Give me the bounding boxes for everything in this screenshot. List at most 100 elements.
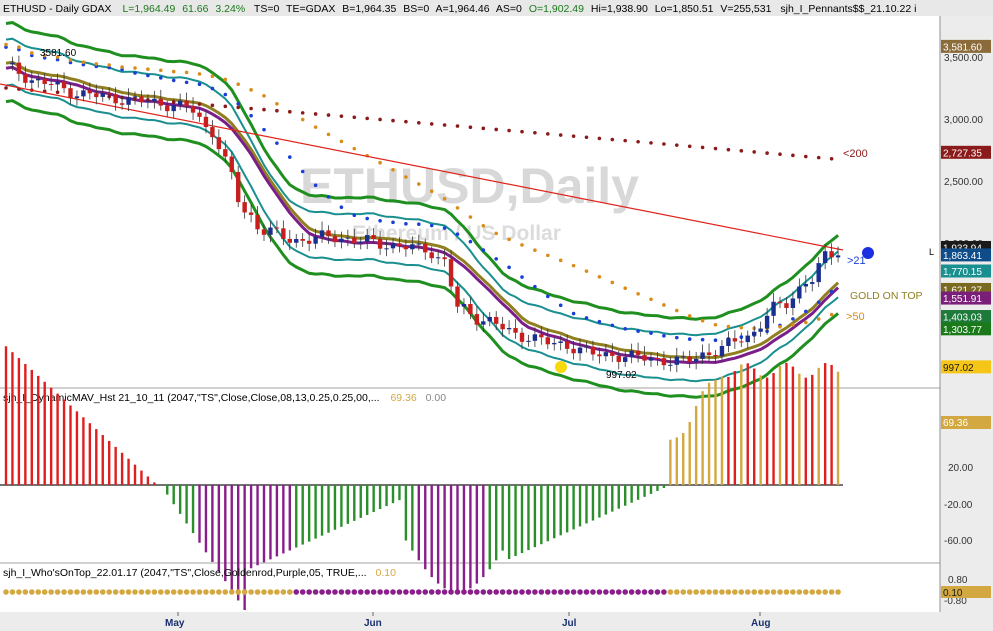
histogram-bar (411, 485, 414, 551)
histogram-bar (378, 485, 382, 510)
candle-body (248, 212, 254, 215)
histogram-bar (166, 485, 169, 495)
whos-on-top-dot (480, 589, 487, 595)
candle-body (545, 337, 550, 345)
price-tick: 3,000.00 (944, 115, 983, 126)
ma200-dot (791, 153, 795, 158)
ma21-dot (288, 155, 292, 159)
candle-body (829, 251, 834, 258)
candle-body (706, 352, 712, 356)
whos-on-top-dot (319, 589, 325, 595)
pct-change: 3.24% (215, 3, 245, 15)
ma200-dot (765, 151, 769, 155)
histogram-bar (69, 405, 72, 485)
high-readout: Hi=1,938.90 (591, 3, 648, 15)
osc-tick: -20.00 (944, 500, 973, 511)
ma200-dot (494, 127, 499, 132)
whos-on-top-dot (790, 589, 796, 595)
histogram-bar (269, 485, 272, 560)
candle-body (448, 259, 454, 287)
chart-canvas[interactable]: ETHUSD,Daily Ethereum / US Dollar ETHUSD… (0, 0, 993, 631)
histogram-bar (82, 417, 85, 485)
candle-body (119, 103, 125, 105)
histogram-bar (701, 391, 704, 485)
ma21-dot (352, 213, 357, 218)
ma50-dot (623, 286, 627, 290)
histogram-bar (43, 381, 46, 485)
whos-on-top-dot (525, 589, 532, 595)
histogram-bar (75, 411, 79, 485)
histogram-bar (720, 376, 724, 485)
ma50-dot (223, 77, 228, 82)
histogram-bar (198, 485, 201, 543)
histogram-bar (140, 470, 143, 485)
candle-body (461, 304, 467, 307)
ma200-dot (365, 116, 370, 121)
histogram-bar (817, 367, 820, 485)
whos-on-top-dot (545, 589, 551, 595)
whos-on-top-dot (538, 589, 545, 595)
candle-body (74, 96, 80, 99)
ma200-dot (752, 150, 756, 154)
ma21-dot (326, 195, 331, 199)
ma50-dot (584, 269, 589, 273)
whos-on-top-value: 0.10 (375, 567, 396, 579)
whos-on-top-dot (209, 589, 216, 595)
histogram-bar (320, 485, 324, 536)
ma21-dot (507, 265, 511, 270)
whos-on-top-dot (815, 589, 822, 595)
candle-body (184, 100, 189, 107)
ma200-dot (546, 132, 550, 136)
whos-on-top-dot (274, 589, 280, 595)
price-badge-text: 3,581.60 (943, 42, 982, 53)
ma21-dot (791, 317, 795, 321)
histogram-bar (707, 382, 711, 485)
ma21-dot (378, 219, 382, 223)
histogram-bar (624, 485, 627, 506)
whos-on-top-dot (744, 589, 751, 595)
histogram-bar (540, 485, 543, 545)
ma200-dot (507, 128, 511, 133)
ma50-dot (494, 231, 499, 236)
ma200-dot (288, 109, 292, 114)
candle-body (494, 316, 499, 324)
histogram-bar (346, 485, 350, 524)
candle-body (306, 240, 312, 244)
histogram-bar (604, 485, 608, 515)
ma200-dot (404, 119, 408, 124)
histogram-bar (804, 377, 807, 485)
candle-body (165, 105, 170, 112)
ma200-dot (249, 106, 253, 111)
ma200-dot (700, 145, 705, 150)
histogram-bar (340, 485, 343, 527)
histogram-bar (359, 485, 362, 518)
histogram-bar (598, 485, 601, 518)
histogram-bar (436, 485, 440, 584)
ma50-dot (146, 67, 150, 72)
candle-body (197, 112, 202, 117)
net-change: 61.66 (182, 3, 208, 15)
whos-on-top-dot (725, 589, 732, 595)
candle-body (416, 243, 421, 245)
candle-body (319, 230, 325, 237)
whos-on-top-dot (235, 589, 241, 595)
whos-on-top-dot (583, 589, 590, 595)
candle-body (423, 243, 428, 253)
price-badge-text: 1,303.77 (943, 325, 982, 336)
whos-on-top-dot (390, 589, 396, 595)
histogram-bar (585, 485, 588, 524)
histogram-bar (211, 485, 214, 562)
ma50-dot (4, 42, 8, 47)
whos-on-top-dot (654, 589, 661, 595)
histogram-bar (669, 439, 672, 485)
whos-on-top-dot (370, 589, 377, 595)
whos-on-top-title: sjh_I_Who'sOnTop_22.01.17 (2047,"TS",Clo… (3, 567, 396, 579)
candle-body (332, 236, 338, 243)
ma200-dot (339, 114, 344, 118)
candle-body (255, 214, 260, 230)
whos-on-top-dot (196, 589, 203, 595)
candle-body (784, 303, 789, 308)
candle-body (758, 328, 763, 332)
whos-on-top-dot (61, 589, 67, 595)
histogram-bar (733, 371, 737, 485)
